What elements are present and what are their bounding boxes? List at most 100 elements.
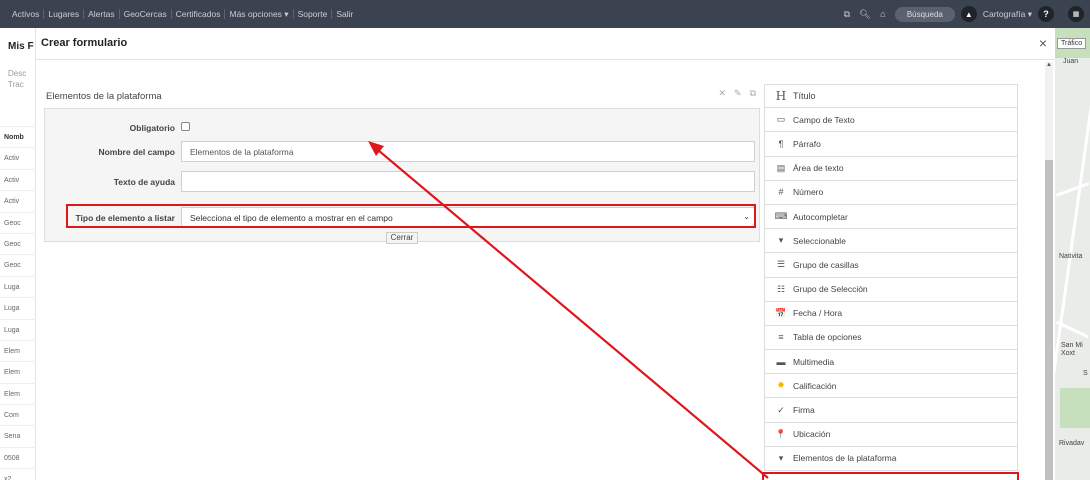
background-title: Mis F — [8, 41, 34, 52]
palette-item-label: Ubicación — [793, 429, 831, 440]
map-park — [1060, 388, 1090, 428]
palette-item[interactable]: ▤ Área de texto — [764, 156, 1018, 181]
required-checkbox[interactable] — [181, 122, 190, 131]
field-preview-title: Elementos de la plataforma — [46, 91, 162, 102]
required-label: Obligatorio — [129, 123, 175, 133]
background-description: Desc Trac — [8, 68, 26, 90]
help-text-row: Texto de ayuda — [45, 171, 761, 193]
map-label: Juan — [1063, 58, 1079, 65]
home-icon[interactable]: ⌂ — [877, 9, 889, 19]
paragraph-icon: ¶ — [778, 138, 784, 149]
palette-item[interactable]: ☰ Grupo de casillas — [764, 253, 1018, 278]
palette-item[interactable]: ✓ Firma — [764, 398, 1018, 423]
search-icon[interactable]: 🔍︎ — [859, 9, 871, 20]
palette-item[interactable]: ▾ Seleccionable — [764, 229, 1018, 254]
radio-group-icon: ☷ — [776, 283, 786, 294]
table-row: Sena — [0, 425, 36, 446]
map-label: Rivadav — [1059, 440, 1085, 447]
copy-icon[interactable]: ⧉ — [841, 9, 853, 20]
edit-pencil-icon[interactable]: ✎ — [734, 88, 742, 99]
table-row: x2 — [0, 468, 36, 480]
palette-item[interactable]: # Número — [764, 180, 1018, 205]
palette-item-label: Párrafo — [793, 138, 821, 149]
autocomplete-icon: ⌨ — [774, 211, 788, 222]
background-page: Mis F Desc Trac Nomb Activ Activ Activ Geoc G… — [0, 28, 36, 480]
nav-geocercas[interactable]: GeoCercas — [120, 9, 172, 19]
table-row: Nomb — [0, 126, 36, 147]
scroll-up-icon[interactable]: ▲ — [1046, 62, 1052, 68]
help-icon[interactable]: ? — [1038, 6, 1054, 22]
traffic-toggle[interactable]: Tráfico — [1057, 38, 1087, 49]
nav-mas-opciones[interactable]: Más opciones ▾ — [225, 9, 294, 19]
highlight-box-select — [66, 204, 756, 228]
duplicate-icon[interactable]: ⧉ — [750, 88, 756, 99]
top-navbar: Activos Lugares Alertas GeoCercas Certif… — [0, 0, 1090, 28]
help-text-input[interactable] — [181, 171, 755, 192]
nav-activos[interactable]: Activos — [8, 9, 45, 19]
palette-item[interactable]: ☷ Grupo de Selección — [764, 277, 1018, 302]
table-row: Activ — [0, 147, 36, 168]
field-palette: H Título ▭ Campo de Texto ¶ Párrafo ▤ Área de t… — [764, 84, 1018, 471]
field-name-input[interactable]: Elementos de la plataforma — [181, 141, 755, 162]
calendar-icon: 📅 — [775, 307, 787, 318]
table-row: Geoc — [0, 211, 36, 233]
highlight-box-palette — [762, 472, 1019, 480]
palette-item-label: Elementos de la plataforma — [793, 453, 897, 464]
palette-item[interactable]: ≡ Tabla de opciones — [764, 325, 1018, 351]
field-tools: ✕ ✎ ⧉ — [718, 88, 756, 99]
table-row: Elem — [0, 339, 36, 361]
table-options-icon: ≡ — [778, 332, 784, 343]
map-label: San Mi Xoxt — [1061, 342, 1083, 357]
palette-item-label: Calificación — [793, 380, 837, 391]
main-nav: Activos Lugares Alertas GeoCercas Certif… — [0, 0, 357, 28]
palette-item[interactable]: ▾ Elementos de la plataforma — [764, 446, 1018, 471]
palette-item[interactable]: H Título — [764, 84, 1018, 109]
navbar-right: ⧉ 🔍︎ ⌂ Búsqueda ▲ Cartografía ▾ ? ▦ — [841, 0, 1090, 28]
palette-item[interactable]: ▭ Campo de Texto — [764, 108, 1018, 133]
map-panel: Tráfico Juan Nativita San Mi Xoxt S Riva… — [1055, 28, 1090, 480]
palette-item[interactable]: ▬ Multimedia — [764, 350, 1018, 375]
modal-title: Crear formulario — [41, 37, 128, 49]
rating-icon: ✸ — [777, 380, 785, 391]
palette-item-label: Multimedia — [793, 356, 835, 367]
palette-item[interactable]: 📍 Ubicación — [764, 422, 1018, 447]
nav-certificados[interactable]: Certificados — [172, 9, 226, 19]
palette-item-label: Autocompletar — [793, 211, 848, 222]
table-row: Activ — [0, 190, 36, 211]
table-row: Com — [0, 404, 36, 425]
cartography-dropdown[interactable]: Cartografía ▾ — [983, 9, 1032, 20]
nav-salir[interactable]: Salir — [332, 9, 357, 19]
palette-item-label: Campo de Texto — [793, 114, 855, 125]
table-row: Elem — [0, 361, 36, 382]
palette-item[interactable]: ⌨ Autocompletar — [764, 204, 1018, 230]
palette-item-label: Tabla de opciones — [793, 332, 862, 343]
search-button[interactable]: Búsqueda — [894, 6, 955, 22]
nav-lugares[interactable]: Lugares — [44, 9, 85, 19]
desc-line: Trac — [8, 80, 24, 89]
field-name-label: Nombre del campo — [98, 147, 175, 157]
table-row: Geoc — [0, 254, 36, 275]
map-road — [1055, 182, 1090, 197]
table-row: Luga — [0, 297, 36, 318]
table-row: Geoc — [0, 232, 36, 254]
desc-line: Desc — [8, 69, 27, 78]
nav-alertas[interactable]: Alertas — [84, 9, 120, 19]
palette-item-label: Número — [793, 187, 824, 198]
close-field-button[interactable]: Cerrar — [386, 232, 418, 244]
palette-item[interactable]: 📅 Fecha / Hora — [764, 301, 1018, 326]
heading-icon: H — [775, 89, 787, 104]
table-row: Activ — [0, 168, 36, 190]
bell-icon[interactable]: ▲ — [960, 6, 977, 22]
background-table: Nomb Activ Activ Activ Geoc Geoc Geoc Luga Luga L… — [0, 126, 36, 480]
palette-item[interactable]: ✸ Calificación — [764, 374, 1018, 399]
scrollbar-thumb[interactable] — [1045, 160, 1053, 480]
apps-grid-icon[interactable]: ▦ — [1068, 6, 1084, 22]
close-icon[interactable]: × — [1039, 35, 1047, 51]
nav-soporte[interactable]: Soporte — [294, 9, 333, 19]
palette-item-label: Grupo de casillas — [793, 259, 859, 270]
signature-icon: ✓ — [777, 404, 785, 415]
number-icon: # — [778, 187, 784, 198]
palette-item[interactable]: ¶ Párrafo — [764, 132, 1018, 157]
help-text-label: Texto de ayuda — [113, 177, 175, 187]
delete-icon[interactable]: ✕ — [718, 88, 726, 99]
